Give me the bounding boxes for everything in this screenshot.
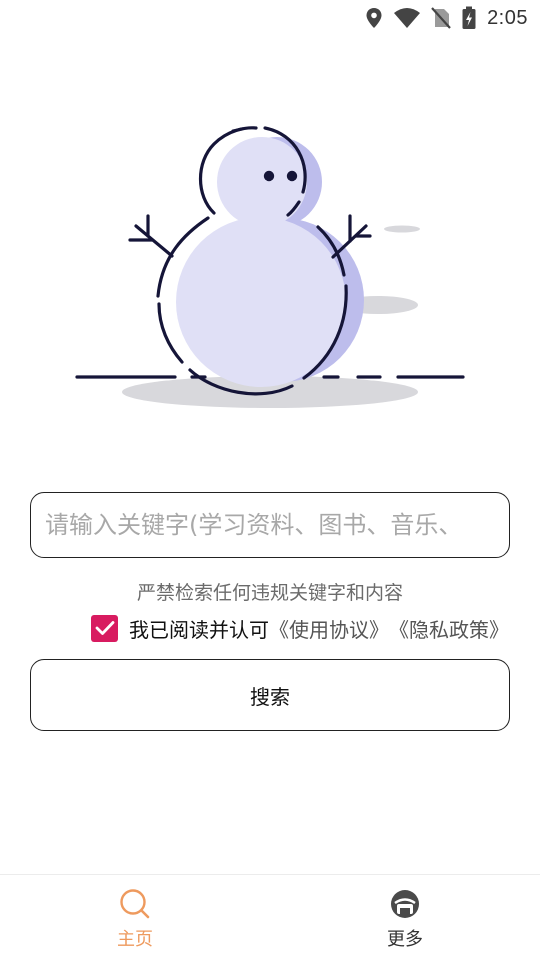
- nav-label-home: 主页: [117, 929, 153, 950]
- checkmark-icon: [95, 621, 114, 635]
- warning-text: 严禁检索任何违规关键字和内容: [136, 582, 403, 604]
- no-sim-icon: [431, 7, 451, 29]
- hero-illustration: [60, 110, 480, 420]
- privacy-link[interactable]: 《隐私政策》: [389, 614, 509, 643]
- agreement-checkbox[interactable]: [91, 614, 118, 642]
- battery-charging-icon: [462, 6, 476, 29]
- nav-item-more[interactable]: 更多: [270, 875, 540, 960]
- more-icon: [391, 890, 419, 918]
- wifi-icon: [394, 8, 421, 28]
- bottom-nav: 主页 更多: [0, 874, 540, 960]
- nav-label-more: 更多: [387, 929, 423, 950]
- terms-link[interactable]: 《使用协议》: [269, 614, 389, 643]
- status-icons: 2:05: [365, 6, 528, 30]
- snowman-illustration: [75, 126, 465, 408]
- agreement-row: 我已阅读并认可 《使用协议》 《隐私政策》: [91, 613, 509, 643]
- status-bar: 2:05: [0, 0, 540, 36]
- nav-item-home[interactable]: 主页: [0, 875, 270, 960]
- search-input[interactable]: [31, 493, 509, 557]
- location-icon: [366, 8, 382, 28]
- search-icon: [120, 889, 150, 919]
- search-button[interactable]: 搜索: [30, 659, 510, 731]
- status-time: 2:05: [487, 6, 528, 29]
- search-box[interactable]: [30, 492, 510, 558]
- agreement-text: 我已阅读并认可: [129, 617, 269, 642]
